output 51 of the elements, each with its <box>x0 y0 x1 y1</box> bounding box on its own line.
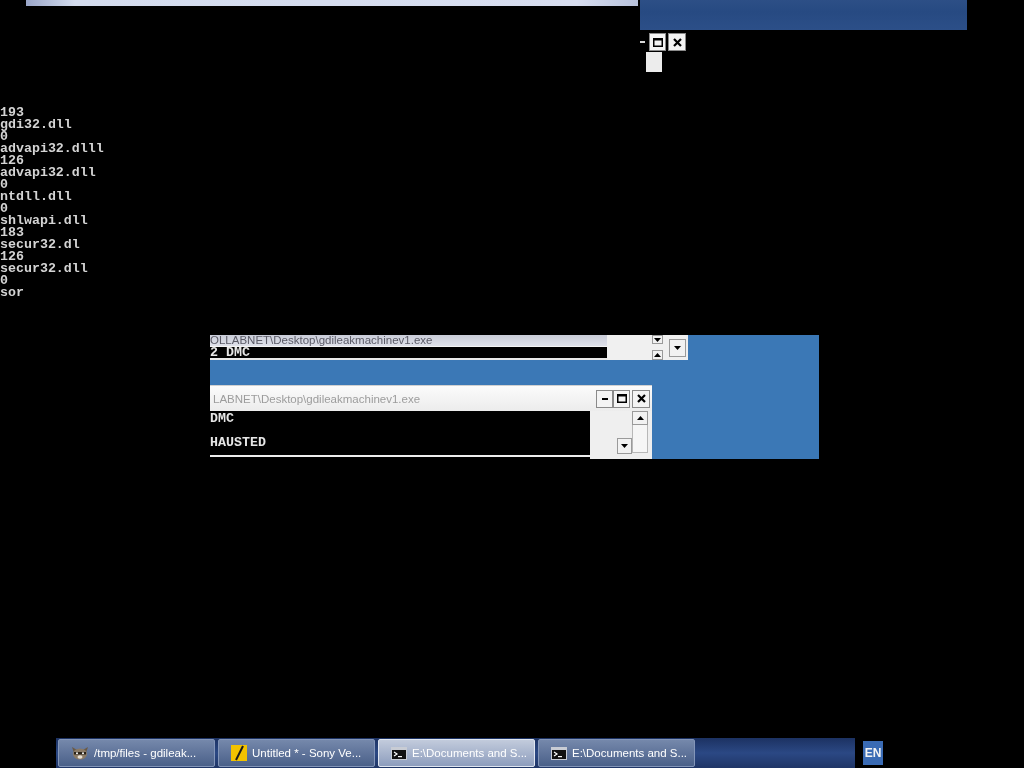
console-line: 126 <box>0 251 24 263</box>
down-arrow-icon <box>654 337 661 342</box>
maximize-button[interactable] <box>649 33 666 51</box>
animal-icon <box>71 746 89 760</box>
taskbar-button[interactable]: Untitled * - Sony Ve... <box>218 739 375 767</box>
console-icon <box>391 746 407 760</box>
up-arrow-icon <box>636 416 644 420</box>
console-line: 0 <box>0 179 8 191</box>
console-line: HAUSTED <box>210 437 266 449</box>
scroll-down-button[interactable] <box>669 339 686 357</box>
console-line: advapi32.dlll <box>0 143 104 155</box>
console-line: gdi32.dll <box>0 119 72 131</box>
console-line: 193 <box>0 107 24 119</box>
console-line: ntdll.dll <box>0 191 72 203</box>
console-line: secur32.dll <box>0 263 88 275</box>
scroll-down-button[interactable] <box>652 335 663 344</box>
language-indicator[interactable]: EN <box>863 741 883 765</box>
console-line: 2 DMC <box>210 347 250 358</box>
console-line: shlwapi.dll <box>0 215 88 227</box>
console-line: DMC <box>210 413 234 425</box>
taskbar-button[interactable]: E:\Documents and S... <box>538 739 695 767</box>
close-button[interactable] <box>668 33 686 51</box>
scroll-down-button[interactable] <box>617 438 632 454</box>
close-icon <box>672 37 682 47</box>
down-arrow-icon <box>674 346 681 350</box>
maximize-icon <box>652 37 663 47</box>
window-title: LABNET\Desktop\gdileakmachinev1.exe <box>213 392 421 405</box>
maximize-icon <box>616 394 627 403</box>
console-line: 0 <box>0 203 8 215</box>
window-title: OLLABNET\Desktop\gdileakmachinev1.exe <box>210 335 607 347</box>
window-fragment <box>646 52 662 72</box>
close-button[interactable] <box>632 389 650 408</box>
scroll-up-button[interactable] <box>632 411 648 425</box>
slash-tile-icon <box>231 745 247 761</box>
dash-icon <box>640 41 645 43</box>
scroll-up-button[interactable] <box>652 350 663 360</box>
close-icon <box>636 394 646 403</box>
console-icon <box>551 746 567 760</box>
maximize-button[interactable] <box>613 389 630 408</box>
console-line: secur32.dl <box>0 239 80 251</box>
taskbar-button[interactable]: /tmp/files - gdileak... <box>58 739 215 767</box>
console-line: sor <box>0 287 24 299</box>
down-arrow-icon <box>621 444 628 448</box>
up-arrow-icon <box>654 353 661 357</box>
console-line: 0 <box>0 275 8 287</box>
console-line: advapi32.dll <box>0 167 96 179</box>
console-line: 0 <box>0 131 8 143</box>
minimize-button[interactable] <box>596 389 613 408</box>
console-line: 183 <box>0 227 24 239</box>
console-line: 126 <box>0 155 24 167</box>
minimize-icon <box>601 397 608 400</box>
